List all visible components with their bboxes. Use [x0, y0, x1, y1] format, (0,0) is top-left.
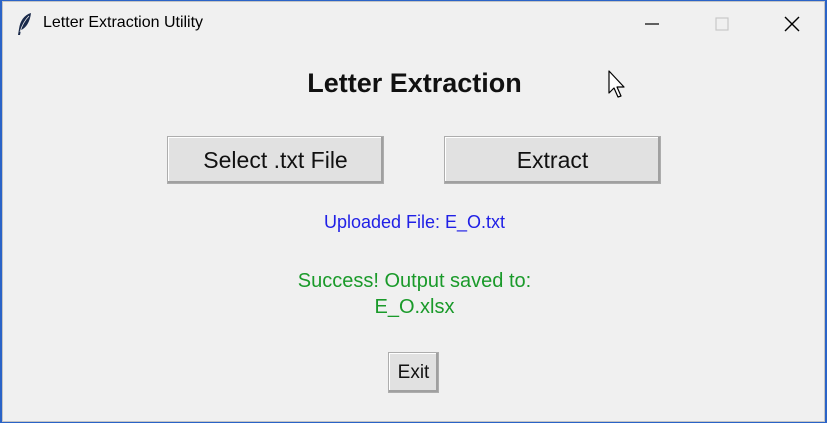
close-icon	[784, 16, 800, 32]
minimize-icon	[645, 23, 659, 25]
success-message: Success! Output saved to: E_O.xlsx	[3, 268, 826, 320]
success-message-line1: Success! Output saved to:	[297, 270, 532, 292]
select-file-button[interactable]: Select .txt File	[167, 136, 384, 184]
close-button[interactable]	[757, 2, 827, 46]
uploaded-file-label: Uploaded File: E_O.txt	[323, 212, 506, 232]
window-title: Letter Extraction Utility	[43, 14, 204, 31]
page-title: Letter Extraction	[307, 68, 522, 98]
exit-button[interactable]: Exit	[388, 352, 439, 393]
feather-icon	[16, 12, 34, 36]
mouse-cursor-icon	[607, 70, 629, 100]
app-window: Letter Extraction Utility Letter Extract…	[2, 1, 825, 422]
maximize-button[interactable]	[687, 2, 757, 46]
extract-button[interactable]: Extract	[444, 136, 661, 184]
maximize-icon	[715, 17, 729, 31]
success-message-line2: E_O.xlsx	[374, 296, 455, 318]
minimize-button[interactable]	[617, 2, 687, 46]
title-bar[interactable]: Letter Extraction Utility	[3, 2, 824, 46]
